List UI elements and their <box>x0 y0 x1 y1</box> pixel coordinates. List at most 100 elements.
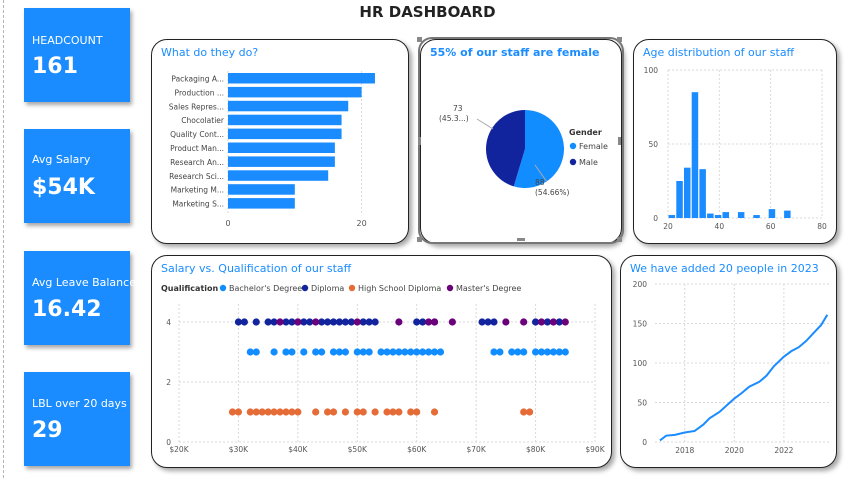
resize-handle-b[interactable] <box>517 238 525 241</box>
age-bar <box>668 215 676 218</box>
salary-legend-label: High School Diploma <box>358 284 441 293</box>
salary-point <box>561 318 569 326</box>
job-role-label: Marketing M... <box>171 186 224 195</box>
age-y-tick: 100 <box>644 66 659 75</box>
salary-legend-marker <box>348 284 356 292</box>
salary-point <box>496 348 504 356</box>
age-bar <box>722 212 729 218</box>
salary-y-tick: 2 <box>166 378 171 387</box>
card-headcount-growth[interactable]: We have added 20 people in 2023 0 50 100 15… <box>620 255 837 468</box>
resize-handle-tr[interactable] <box>617 37 622 42</box>
salary-point <box>395 318 403 326</box>
job-role-label: Research Sci... <box>169 172 224 181</box>
salary-point <box>371 318 379 326</box>
salary-point <box>318 348 326 356</box>
salary-point <box>395 408 403 416</box>
card-job-roles[interactable]: What do they do? 0 20 Packaging A... Produc… <box>151 39 409 244</box>
kpi-avg-salary-value: $54K <box>32 175 95 200</box>
age-bar <box>676 181 683 218</box>
salary-point <box>448 318 456 326</box>
growth-x-tick: 2020 <box>725 446 744 455</box>
salary-legend-title: Qualification <box>161 284 219 293</box>
salary-point <box>561 348 569 356</box>
salary-legend-label: Diploma <box>311 284 344 293</box>
salary-x-tick: $20K <box>169 445 189 454</box>
salary-point <box>300 348 308 356</box>
job-role-bar <box>228 86 362 98</box>
age-bar <box>784 210 791 218</box>
salary-x-tick: $30K <box>229 445 249 454</box>
job-roles-x-tick: 0 <box>225 219 230 228</box>
salary-point <box>252 318 260 326</box>
kpi-avg-leave-balance[interactable]: Avg Leave Balance 16.42 <box>24 251 136 345</box>
age-y-tick: 50 <box>648 140 658 149</box>
age-bar <box>707 213 714 218</box>
job-role-label: Product Man... <box>170 144 224 153</box>
job-roles-chart: 0 20 Packaging A... Production ... Sales Rep… <box>169 71 375 228</box>
selection-frame <box>418 37 624 244</box>
salary-point <box>294 318 302 326</box>
salary-point <box>502 318 510 326</box>
salary-point <box>371 408 379 416</box>
resize-handle-bl[interactable] <box>417 237 422 242</box>
salary-point <box>312 408 320 416</box>
salary-point <box>270 348 278 356</box>
age-x-tick: 20 <box>663 222 673 231</box>
salary-point <box>359 408 367 416</box>
salary-point <box>329 408 338 416</box>
salary-point <box>294 408 302 416</box>
job-role-bar <box>228 128 342 140</box>
resize-handle-l[interactable] <box>418 137 421 145</box>
salary-point <box>520 348 528 356</box>
salary-point <box>341 408 349 416</box>
salary-legend-label: Master's Degree <box>456 284 521 293</box>
resize-handle-tl[interactable] <box>417 37 422 42</box>
kpi-avg-salary-label: Avg Salary <box>32 153 91 166</box>
job-role-label: Packaging A... <box>171 75 224 84</box>
salary-point <box>549 318 557 326</box>
salary-point <box>526 408 534 416</box>
job-role-bar <box>228 73 375 84</box>
job-role-label: Sales Repres... <box>169 102 224 111</box>
job-role-label: Research An... <box>170 158 224 167</box>
age-x-tick: 40 <box>715 222 725 231</box>
salary-point <box>312 318 320 326</box>
card-salary-qualification[interactable]: Salary vs. Qualification of our staff 02… <box>151 255 612 468</box>
growth-x-tick: 2022 <box>774 446 793 455</box>
age-bar <box>699 169 706 218</box>
kpi-lbl-over-20-label: LBL over 20 days <box>32 397 127 410</box>
card-age-distribution[interactable]: Age distribution of our staff 0 50 100 20 40… <box>633 39 837 244</box>
salary-point <box>520 318 528 326</box>
salary-point <box>240 318 248 326</box>
age-bar <box>737 212 745 218</box>
kpi-headcount[interactable]: HEADCOUNT 161 <box>24 8 130 102</box>
salary-point <box>490 318 498 326</box>
salary-scatter-chart: 024$20K $30K $40K $50K $60K $70K $80K $90KQuali… <box>161 284 606 454</box>
salary-point <box>365 348 373 356</box>
growth-y-tick: 50 <box>637 399 647 408</box>
resize-handle-r[interactable] <box>618 137 621 145</box>
resize-handle-br[interactable] <box>617 237 622 242</box>
salary-x-tick: $90K <box>585 445 605 454</box>
job-role-label: Chocolatier <box>181 116 225 125</box>
job-role-bar <box>228 156 335 167</box>
kpi-lbl-over-20[interactable]: LBL over 20 days 29 <box>24 372 130 466</box>
salary-point <box>252 348 260 356</box>
salary-legend-label: Bachelor's Degree <box>229 284 302 293</box>
salary-point <box>537 318 546 326</box>
age-bar <box>753 215 760 218</box>
job-role-label: Marketing S... <box>172 200 224 209</box>
salary-point <box>288 348 296 356</box>
age-bar <box>768 209 776 218</box>
growth-y-tick: 200 <box>633 280 648 289</box>
salary-point <box>430 408 439 416</box>
salary-legend-marker <box>301 284 309 292</box>
salary-x-tick: $50K <box>348 445 368 454</box>
salary-point <box>436 348 445 356</box>
age-bar <box>714 215 722 218</box>
job-role-bar <box>228 198 295 209</box>
kpi-avg-salary[interactable]: Avg Salary $54K <box>24 129 130 223</box>
canvas-edge <box>3 0 4 478</box>
age-x-tick: 60 <box>766 222 776 231</box>
growth-y-tick: 150 <box>633 320 648 329</box>
